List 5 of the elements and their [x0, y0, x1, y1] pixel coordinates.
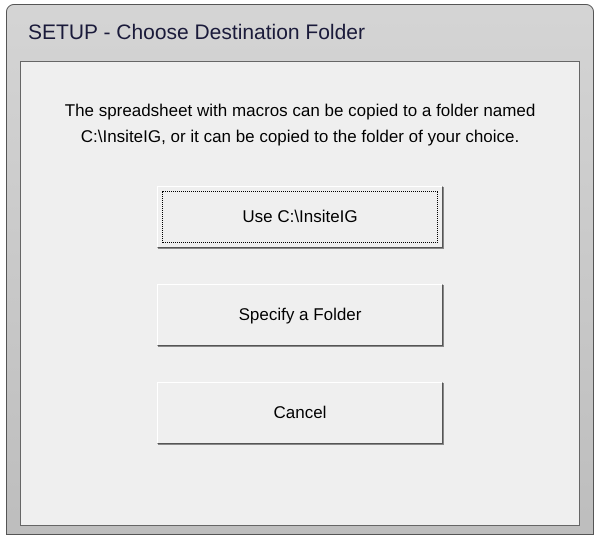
- dialog-button[interactable]: Cancel: [157, 382, 443, 444]
- dialog-button[interactable]: Specify a Folder: [157, 284, 443, 346]
- window-title: SETUP - Choose Destination Folder: [27, 20, 366, 46]
- message-text: The spreadsheet with macros can be copied to a folder named C:\InsiteIG, or it can be copied to the folder of your choice.: [64, 100, 536, 148]
- dialog-button[interactable]: Use C:\InsiteIG: [157, 186, 443, 248]
